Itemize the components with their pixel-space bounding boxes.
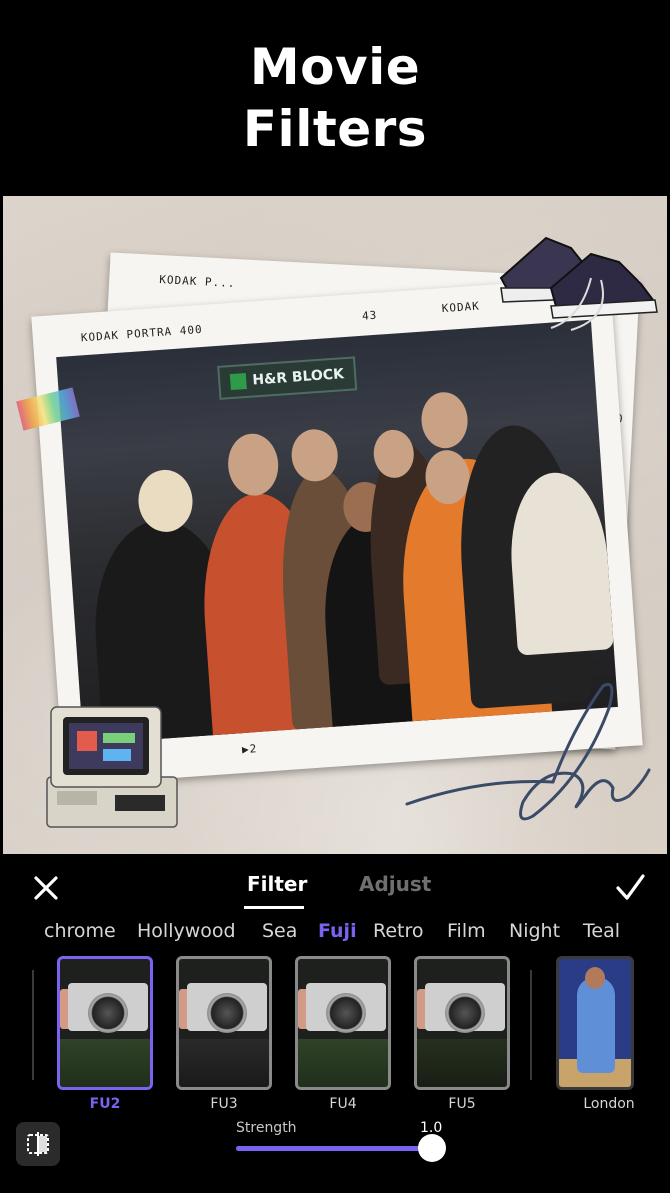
storefront-sign: H&R BLOCK (217, 356, 358, 400)
editor-toolbar: Filter Adjust (0, 854, 670, 916)
promo-title-line2: Filters (242, 99, 428, 158)
film-label-back: KODAK P... (158, 273, 236, 291)
thumb-lens (207, 993, 247, 1033)
filter-thumb-fu5[interactable] (414, 956, 510, 1090)
filter-label-fu4: FU4 (329, 1096, 357, 1112)
sign-logo-icon (229, 372, 248, 391)
category-sea[interactable]: Sea (262, 920, 297, 942)
checkmark-icon[interactable] (610, 870, 650, 906)
strength-slider-track[interactable] (236, 1146, 432, 1151)
category-divider (530, 970, 532, 1080)
retro-computer-sticker[interactable] (37, 699, 187, 839)
strength-label: Strength (236, 1120, 297, 1136)
active-tab-indicator (244, 906, 304, 909)
close-icon[interactable] (28, 870, 64, 906)
filter-label-fu3: FU3 (210, 1096, 238, 1112)
person-head (226, 432, 281, 498)
filter-thumb-fu2[interactable] (57, 956, 153, 1090)
sneakers-sticker[interactable] (491, 218, 661, 333)
category-chrome[interactable]: chrome (44, 920, 116, 942)
tab-filter[interactable]: Filter (247, 872, 307, 896)
filter-thumbnails: FU2 FU3 FU4 FU5 London (0, 954, 670, 1119)
category-fade-left (0, 918, 40, 948)
film-label-front-left: KODAK PORTRA 400 (80, 322, 204, 345)
filter-label-fu5: FU5 (448, 1096, 476, 1112)
strength-slider-fill (236, 1146, 432, 1151)
scroll-edge-left (32, 970, 34, 1080)
filter-thumb-fu4[interactable] (295, 956, 391, 1090)
filter-thumb-london[interactable] (556, 956, 634, 1090)
person (505, 469, 614, 656)
promo-header: Movie Filters (0, 0, 670, 195)
category-retro[interactable]: Retro (373, 920, 424, 942)
photo-canvas[interactable]: KODAK P... A 400 KODAK PORTRA 400 43 KOD… (3, 196, 667, 854)
person-head (419, 390, 470, 450)
film-frame-number: 43 (361, 308, 378, 323)
love-signature-sticker[interactable]: Love (403, 678, 653, 828)
category-film[interactable]: Film (447, 920, 486, 942)
promo-title-line1: Movie (249, 37, 421, 96)
thumb-figure-head (585, 967, 605, 989)
category-hollywood[interactable]: Hollywood (137, 920, 236, 942)
thumb-leaves (60, 1039, 150, 1087)
film-label-front-right: KODAK (441, 299, 481, 316)
love-signature-text: Love (523, 811, 543, 820)
compare-button[interactable] (16, 1122, 60, 1166)
category-fade-right (630, 918, 670, 948)
sign-text: H&R BLOCK (251, 366, 345, 389)
thumb-leaves (298, 1039, 388, 1087)
filter-category-bar: chrome Hollywood Sea Fuji Retro Film Nig… (0, 918, 670, 948)
film-bottom-marker: ▶2 (241, 742, 258, 757)
filter-label-fu2: FU2 (89, 1096, 121, 1112)
thumb-leaves (417, 1039, 507, 1087)
filter-thumb-fu3[interactable] (176, 956, 272, 1090)
thumb-lens (88, 993, 128, 1033)
category-teal[interactable]: Teal (583, 920, 620, 942)
tab-adjust[interactable]: Adjust (359, 872, 431, 896)
compare-icon (27, 1132, 49, 1156)
thumb-lens (445, 993, 485, 1033)
thumb-figure (577, 977, 615, 1073)
category-night[interactable]: Night (509, 920, 560, 942)
category-fuji[interactable]: Fuji (318, 920, 357, 942)
editor-panel: Filter Adjust chrome Hollywood Sea Fuji … (0, 854, 670, 1193)
filter-label-london: London (583, 1096, 635, 1112)
thumb-lens (326, 993, 366, 1033)
strength-slider-knob[interactable] (418, 1134, 446, 1162)
thumb-leaves (179, 1039, 269, 1087)
